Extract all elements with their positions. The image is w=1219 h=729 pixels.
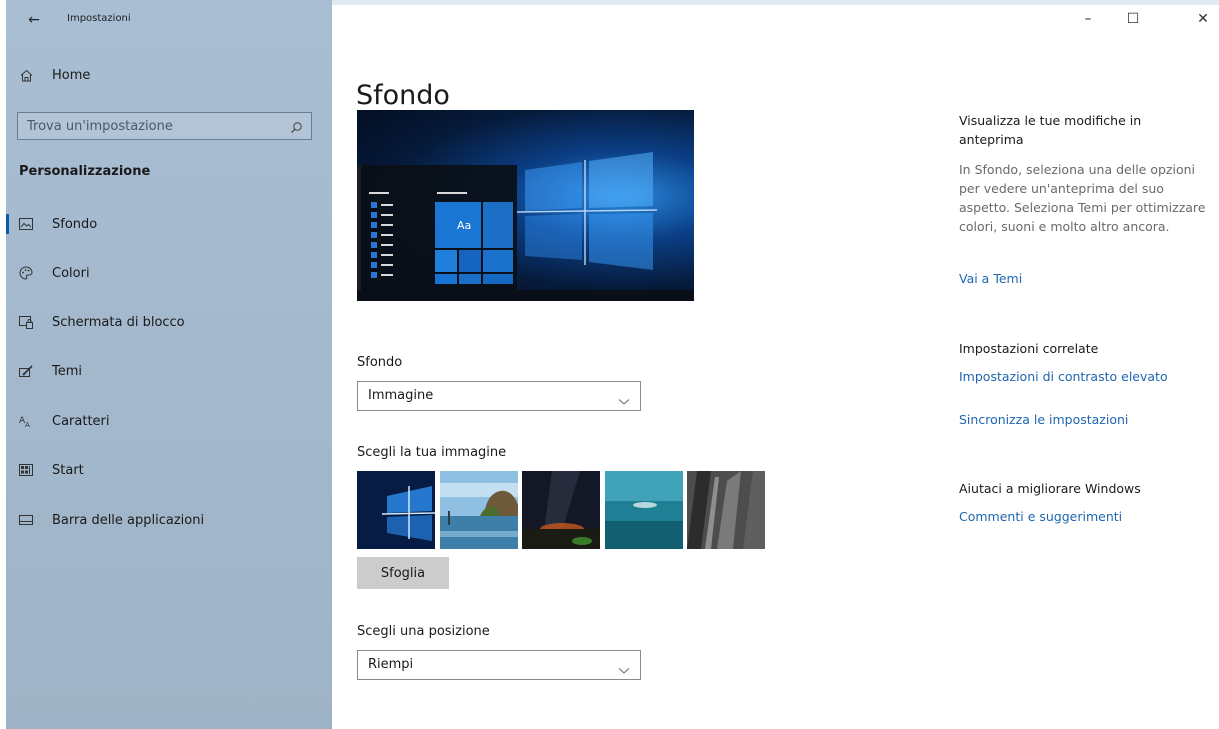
search-icon — [290, 119, 303, 138]
sync-settings-link[interactable]: Sincronizza le impostazioni — [959, 412, 1128, 427]
themes-link[interactable]: Vai a Temi — [959, 271, 1022, 286]
svg-text:A: A — [25, 421, 30, 428]
preview-heading: Visualizza le tue modifiche in anteprima — [959, 113, 1142, 147]
sidebar-item-barra-delle-applicazioni[interactable]: Barra delle applicazioni — [6, 500, 332, 540]
background-select-value: Immagine — [368, 388, 434, 403]
sidebar-item-label: Home — [52, 67, 91, 83]
minimize-button[interactable]: – — [1073, 10, 1103, 28]
font-icon: AA — [19, 414, 33, 428]
background-select[interactable]: Immagine — [357, 381, 641, 411]
start-icon — [19, 463, 33, 477]
title-bar — [332, 0, 1219, 5]
wallpaper-thumbnail[interactable] — [522, 471, 600, 549]
background-label: Sfondo — [357, 355, 403, 370]
desktop-preview: Aa — [357, 110, 694, 301]
sidebar-item-label: Start — [52, 462, 84, 478]
position-label: Scegli una posizione — [357, 624, 490, 639]
chevron-down-icon — [618, 660, 630, 679]
sidebar-item-label: Temi — [52, 363, 83, 379]
preview-description: In Sfondo, seleziona una delle opzioni p… — [959, 162, 1206, 234]
wallpaper-thumbnail[interactable] — [357, 471, 435, 549]
sidebar-item-schermata-di-blocco[interactable]: Schermata di blocco — [6, 302, 332, 342]
picture-icon — [19, 217, 33, 231]
sidebar: ← Impostazioni Home Trova un'impostazion… — [6, 0, 332, 729]
choose-image-label: Scegli la tua immagine — [357, 445, 507, 460]
sidebar-item-label: Barra delle applicazioni — [52, 512, 205, 528]
preview-tile-text: Aa — [457, 219, 472, 232]
sidebar-item-label: Colori — [52, 265, 90, 281]
sidebar-item-label: Caratteri — [52, 413, 110, 429]
palette-icon — [19, 266, 33, 280]
sidebar-item-caratteri[interactable]: AA Caratteri — [6, 401, 332, 441]
sidebar-item-colori[interactable]: Colori — [6, 253, 332, 293]
brush-icon — [19, 364, 33, 378]
position-select[interactable]: Riempi — [357, 650, 641, 680]
close-button[interactable]: ✕ — [1188, 10, 1218, 28]
app-title: Impostazioni — [67, 13, 131, 24]
help-title: Aiutaci a migliorare Windows — [959, 481, 1141, 496]
chevron-down-icon — [618, 391, 630, 410]
taskbar-icon — [19, 513, 33, 527]
page-title: Sfondo — [356, 80, 450, 112]
home-icon — [19, 68, 33, 82]
sidebar-item-home[interactable]: Home — [6, 55, 332, 95]
search-input[interactable]: Trova un'impostazione — [17, 112, 312, 140]
back-button[interactable]: ← — [24, 11, 44, 29]
browse-button[interactable]: Sfoglia — [357, 557, 449, 589]
related-settings-title: Impostazioni correlate — [959, 341, 1099, 356]
sidebar-item-label: Sfondo — [52, 216, 98, 232]
wallpaper-thumbnail[interactable] — [605, 471, 683, 549]
maximize-button[interactable]: ☐ — [1118, 10, 1148, 28]
sidebar-item-sfondo[interactable]: Sfondo — [6, 204, 332, 244]
high-contrast-link[interactable]: Impostazioni di contrasto elevato — [959, 369, 1168, 384]
search-placeholder: Trova un'impostazione — [27, 119, 173, 134]
feedback-link[interactable]: Commenti e suggerimenti — [959, 509, 1122, 524]
section-heading: Personalizzazione — [19, 164, 151, 179]
wallpaper-thumbnail[interactable] — [440, 471, 518, 549]
sidebar-item-start[interactable]: Start — [6, 450, 332, 490]
position-select-value: Riempi — [368, 657, 414, 672]
arrow-left-icon: ← — [28, 12, 40, 28]
sidebar-item-label: Schermata di blocco — [52, 314, 185, 330]
sidebar-item-temi[interactable]: Temi — [6, 351, 332, 391]
lock-screen-icon — [19, 315, 33, 329]
wallpaper-thumbnail[interactable] — [687, 471, 765, 549]
